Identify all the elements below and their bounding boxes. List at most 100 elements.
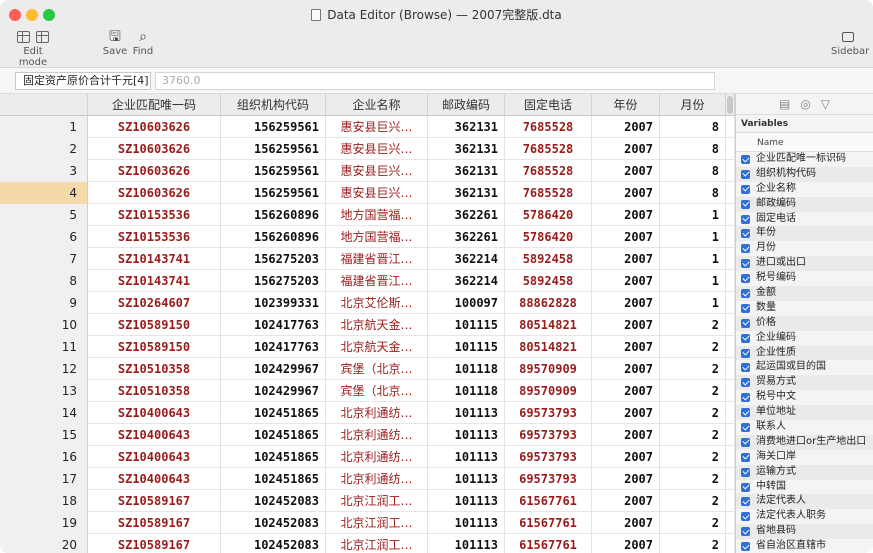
column-header[interactable]: 固定电话: [505, 94, 592, 116]
cell-org-code[interactable]: 102451865: [221, 424, 326, 446]
cell-postcode[interactable]: 362131: [428, 182, 505, 204]
row-number[interactable]: 18: [0, 490, 88, 512]
cell-org-code[interactable]: 102451865: [221, 446, 326, 468]
cell-phone[interactable]: 88862828: [505, 292, 592, 314]
column-header[interactable]: 年份: [592, 94, 660, 116]
cell-postcode[interactable]: 101113: [428, 534, 505, 553]
cell-match-code[interactable]: SZ10589150: [88, 336, 221, 358]
cell-overflow[interactable]: [726, 270, 735, 292]
cell-month[interactable]: 2: [660, 314, 726, 336]
cell-year[interactable]: 2007: [592, 270, 660, 292]
cell-phone[interactable]: 80514821: [505, 314, 592, 336]
cell-overflow[interactable]: [726, 138, 735, 160]
cell-postcode[interactable]: 362131: [428, 116, 505, 138]
cell-match-code[interactable]: SZ10400643: [88, 446, 221, 468]
cell-overflow[interactable]: [726, 424, 735, 446]
cell-phone[interactable]: 61567761: [505, 490, 592, 512]
cell-month[interactable]: 2: [660, 424, 726, 446]
cell-org-code[interactable]: 156260896: [221, 204, 326, 226]
cell-match-code[interactable]: SZ10589167: [88, 490, 221, 512]
cell-year[interactable]: 2007: [592, 424, 660, 446]
cell-postcode[interactable]: 101118: [428, 358, 505, 380]
cell-month[interactable]: 1: [660, 204, 726, 226]
cell-postcode[interactable]: 101113: [428, 446, 505, 468]
variable-checkbox[interactable]: [741, 527, 750, 537]
variable-item[interactable]: 企业性质: [736, 345, 873, 361]
table-row[interactable]: 12 SZ10510358 102429967 宾堡（北京… 101118 8957090…: [0, 358, 735, 380]
row-number[interactable]: 20: [0, 534, 88, 553]
cell-match-code[interactable]: SZ10510358: [88, 380, 221, 402]
row-number[interactable]: 1: [0, 116, 88, 138]
cell-year[interactable]: 2007: [592, 182, 660, 204]
column-header[interactable]: 邮政编码: [428, 94, 505, 116]
table-row[interactable]: 2 SZ10603626 156259561 惠安县巨兴… 362131 7685528 2…: [0, 138, 735, 160]
variable-item[interactable]: 进口或出口: [736, 256, 873, 272]
cell-overflow[interactable]: [726, 512, 735, 534]
cell-year[interactable]: 2007: [592, 248, 660, 270]
cell-postcode[interactable]: 362214: [428, 248, 505, 270]
variable-checkbox[interactable]: [741, 542, 750, 552]
cell-year[interactable]: 2007: [592, 292, 660, 314]
variable-checkbox[interactable]: [741, 229, 750, 239]
table-row[interactable]: 19 SZ10589167 102452083 北京江润工… 101113 6156776…: [0, 512, 735, 534]
variable-item[interactable]: 中转国: [736, 480, 873, 495]
cell-postcode[interactable]: 101113: [428, 402, 505, 424]
cell-postcode[interactable]: 101115: [428, 336, 505, 358]
cell-phone[interactable]: 61567761: [505, 512, 592, 534]
cell-overflow[interactable]: [726, 248, 735, 270]
cell-year[interactable]: 2007: [592, 512, 660, 534]
cell-value-input[interactable]: 3760.0: [155, 72, 715, 90]
cell-month[interactable]: 2: [660, 380, 726, 402]
cell-month[interactable]: 1: [660, 226, 726, 248]
variable-checkbox[interactable]: [741, 289, 750, 299]
row-number[interactable]: 15: [0, 424, 88, 446]
cell-company-name[interactable]: 惠安县巨兴…: [326, 160, 428, 182]
cell-postcode[interactable]: 362261: [428, 204, 505, 226]
cell-company-name[interactable]: 惠安县巨兴…: [326, 138, 428, 160]
cell-org-code[interactable]: 102451865: [221, 402, 326, 424]
cell-postcode[interactable]: 362261: [428, 226, 505, 248]
cell-phone[interactable]: 80514821: [505, 336, 592, 358]
cell-overflow[interactable]: [726, 204, 735, 226]
table-row[interactable]: 1 SZ10603626 156259561 惠安县巨兴… 362131 7685528 2…: [0, 116, 735, 138]
cell-year[interactable]: 2007: [592, 138, 660, 160]
table-row[interactable]: 20 SZ10589167 102452083 北京江润工… 101113 6156776…: [0, 534, 735, 553]
variable-checkbox[interactable]: [741, 155, 750, 164]
variable-checkbox[interactable]: [741, 348, 750, 358]
cell-overflow[interactable]: [726, 314, 735, 336]
cell-company-name[interactable]: 北京江润工…: [326, 512, 428, 534]
cell-phone[interactable]: 7685528: [505, 116, 592, 138]
cell-org-code[interactable]: 156259561: [221, 160, 326, 182]
cell-company-name[interactable]: 北京江润工…: [326, 534, 428, 553]
cell-month[interactable]: 8: [660, 182, 726, 204]
cell-phone[interactable]: 5892458: [505, 248, 592, 270]
cell-match-code[interactable]: SZ10603626: [88, 138, 221, 160]
variable-item[interactable]: 数量: [736, 301, 873, 316]
variable-item[interactable]: 企业编码: [736, 331, 873, 346]
cell-org-code[interactable]: 102452083: [221, 534, 326, 553]
cell-overflow[interactable]: [726, 336, 735, 358]
variable-checkbox[interactable]: [741, 274, 750, 284]
row-number[interactable]: 6: [0, 226, 88, 248]
cell-company-name[interactable]: 惠安县巨兴…: [326, 116, 428, 138]
cell-year[interactable]: 2007: [592, 380, 660, 402]
cell-org-code[interactable]: 102452083: [221, 512, 326, 534]
cell-month[interactable]: 1: [660, 248, 726, 270]
table-row[interactable]: 17 SZ10400643 102451865 北京利通纺… 101113 6957379…: [0, 468, 735, 490]
variable-item[interactable]: 法定代表人职务: [736, 509, 873, 524]
cell-phone[interactable]: 89570909: [505, 380, 592, 402]
cell-month[interactable]: 2: [660, 512, 726, 534]
cell-org-code[interactable]: 102417763: [221, 336, 326, 358]
cell-company-name[interactable]: 北京利通纺…: [326, 424, 428, 446]
cell-org-code[interactable]: 102452083: [221, 490, 326, 512]
cell-org-code[interactable]: 102429967: [221, 358, 326, 380]
cell-year[interactable]: 2007: [592, 402, 660, 424]
variable-item[interactable]: 联系人: [736, 420, 873, 435]
edit-mode-button[interactable]: Edit mode: [10, 28, 56, 68]
cell-overflow[interactable]: [726, 446, 735, 468]
cell-company-name[interactable]: 北京利通纺…: [326, 402, 428, 424]
row-number[interactable]: 3: [0, 160, 88, 182]
vertical-scrollbar-thumb[interactable]: [727, 96, 733, 114]
table-row[interactable]: 9 SZ10264607 102399331 北京艾伦斯… 100097 88862828…: [0, 292, 735, 314]
cell-month[interactable]: 8: [660, 116, 726, 138]
